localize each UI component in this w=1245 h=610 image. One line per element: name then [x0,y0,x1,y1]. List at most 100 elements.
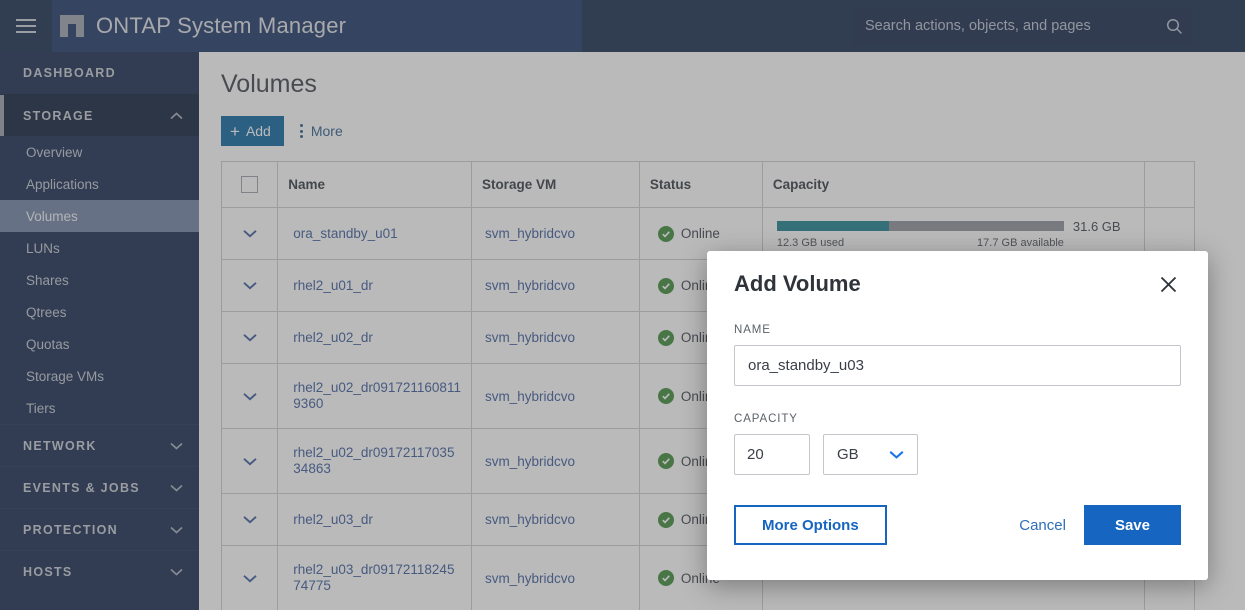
chevron-down-icon [169,481,183,495]
storage-vm-link[interactable]: svm_hybridcvo [482,278,575,293]
sidebar-item-tiers[interactable]: Tiers [0,392,199,424]
sidebar-item-label: Shares [26,273,69,288]
save-button[interactable]: Save [1084,505,1181,545]
column-header-name[interactable]: Name [278,162,472,207]
sidebar-item-label: Storage VMs [26,369,104,384]
sidebar-section-events-and-jobs[interactable]: EVENTS & JOBS [0,466,199,508]
capacity-unit-select[interactable]: GB [823,434,918,475]
search-input[interactable] [853,8,1155,44]
cell-volume-name: ora_standby_u01 [278,208,472,259]
more-options-button[interactable]: More Options [734,505,887,545]
capacity-bar-row: 31.6 GB [777,219,1135,234]
sidebar-section-label: NETWORK [23,439,169,453]
row-expander-chevron-down-icon[interactable] [222,429,278,493]
volume-name-input[interactable] [734,345,1181,386]
sidebar-section-hosts[interactable]: HOSTS [0,550,199,592]
storage-vm-link[interactable]: svm_hybridcvo [482,389,575,404]
cell-volume-name: rhel2_u03_dr [278,494,472,545]
sidebar-section-network[interactable]: NETWORK [0,424,199,466]
volume-link[interactable]: rhel2_u02_dr0917211703534863 [288,445,461,477]
app-title: ONTAP System Manager [96,13,346,39]
volume-link[interactable]: ora_standby_u01 [288,226,397,242]
column-header-status[interactable]: Status [640,162,763,207]
column-header-storage-vm[interactable]: Storage VM [472,162,640,207]
storage-vm-link[interactable]: svm_hybridcvo [482,226,575,241]
sidebar-item-shares[interactable]: Shares [0,264,199,296]
sidebar-item-label: Overview [26,145,82,160]
chevron-down-icon [169,439,183,453]
capacity-bar-fill [777,221,889,231]
add-button[interactable]: + Add [221,116,284,146]
sidebar-section-label: PROTECTION [23,523,169,537]
chevron-down-icon [169,523,183,537]
capacity-value-input[interactable] [734,434,810,475]
capacity-unit-label: GB [837,446,859,463]
capacity-available-label: 17.7 GB available [977,237,1064,249]
cell-storage-vm: svm_hybridcvo [472,312,640,363]
capacity-used-label: 12.3 GB used [777,237,844,249]
more-button-label: More [311,123,343,139]
sidebar-item-storage-vms[interactable]: Storage VMs [0,360,199,392]
capacity-field-label: CAPACITY [734,413,1181,425]
sidebar-item-volumes[interactable]: Volumes [0,200,199,232]
dialog-actions: More Options Cancel Save [734,505,1181,545]
sidebar-section-dashboard[interactable]: DASHBOARD [0,52,199,94]
search-icon[interactable] [1155,7,1193,45]
sidebar-section-label: DASHBOARD [23,66,183,80]
sidebar-item-label: Applications [26,177,99,192]
more-button[interactable]: More [294,116,349,146]
select-all-cell [222,162,278,207]
dialog-title: Add Volume [734,271,861,297]
sidebar-item-overview[interactable]: Overview [0,136,199,168]
capacity-field-group: GB [734,434,1181,475]
sidebar-section-label: EVENTS & JOBS [23,481,169,495]
volume-link[interactable]: rhel2_u03_dr0917211824574775 [288,562,461,594]
storage-vm-link[interactable]: svm_hybridcvo [482,512,575,527]
status-label: Online [681,226,720,241]
sidebar-section-storage[interactable]: STORAGE [0,94,199,136]
select-all-checkbox[interactable] [241,176,258,193]
table-header: Name Storage VM Status Capacity [222,162,1194,208]
volume-link[interactable]: rhel2_u03_dr [288,512,373,528]
hamburger-icon[interactable] [0,0,52,52]
row-expander-chevron-down-icon[interactable] [222,312,278,363]
top-header: ONTAP System Manager [0,0,1245,52]
chevron-up-icon [169,109,183,123]
sidebar-item-label: Qtrees [26,305,67,320]
sidebar-item-qtrees[interactable]: Qtrees [0,296,199,328]
row-expander-chevron-down-icon[interactable] [222,546,278,610]
check-circle-icon [658,388,674,404]
cell-volume-name: rhel2_u02_dr0917211608119360 [278,364,472,428]
sidebar-item-luns[interactable]: LUNs [0,232,199,264]
add-button-label: Add [246,123,271,139]
sidebar-item-label: Volumes [26,209,78,224]
cell-volume-name: rhel2_u02_dr0917211703534863 [278,429,472,493]
cell-volume-name: rhel2_u01_dr [278,260,472,311]
row-expander-chevron-down-icon[interactable] [222,494,278,545]
cell-storage-vm: svm_hybridcvo [472,429,640,493]
close-icon[interactable] [1155,271,1181,297]
column-header-capacity[interactable]: Capacity [763,162,1146,207]
volume-link[interactable]: rhel2_u02_dr0917211608119360 [288,380,461,412]
volume-link[interactable]: rhel2_u01_dr [288,278,373,294]
row-expander-chevron-down-icon[interactable] [222,208,278,259]
sidebar-section-protection[interactable]: PROTECTION [0,508,199,550]
page-title: Volumes [199,52,1245,99]
global-search [853,7,1193,45]
vertical-dots-icon [300,124,303,138]
cell-storage-vm: svm_hybridcvo [472,546,640,610]
storage-vm-link[interactable]: svm_hybridcvo [482,330,575,345]
row-expander-chevron-down-icon[interactable] [222,260,278,311]
storage-vm-link[interactable]: svm_hybridcvo [482,454,575,469]
volume-link[interactable]: rhel2_u02_dr [288,330,373,346]
sidebar: DASHBOARD STORAGE Overview Applications … [0,52,199,610]
storage-vm-link[interactable]: svm_hybridcvo [482,571,575,586]
check-circle-icon [658,453,674,469]
sidebar-item-quotas[interactable]: Quotas [0,328,199,360]
capacity-bar [777,221,1064,231]
add-volume-dialog: Add Volume NAME CAPACITY GB More Options [707,251,1208,580]
cell-storage-vm: svm_hybridcvo [472,208,640,259]
row-expander-chevron-down-icon[interactable] [222,364,278,428]
cancel-button[interactable]: Cancel [1001,505,1084,545]
sidebar-item-applications[interactable]: Applications [0,168,199,200]
